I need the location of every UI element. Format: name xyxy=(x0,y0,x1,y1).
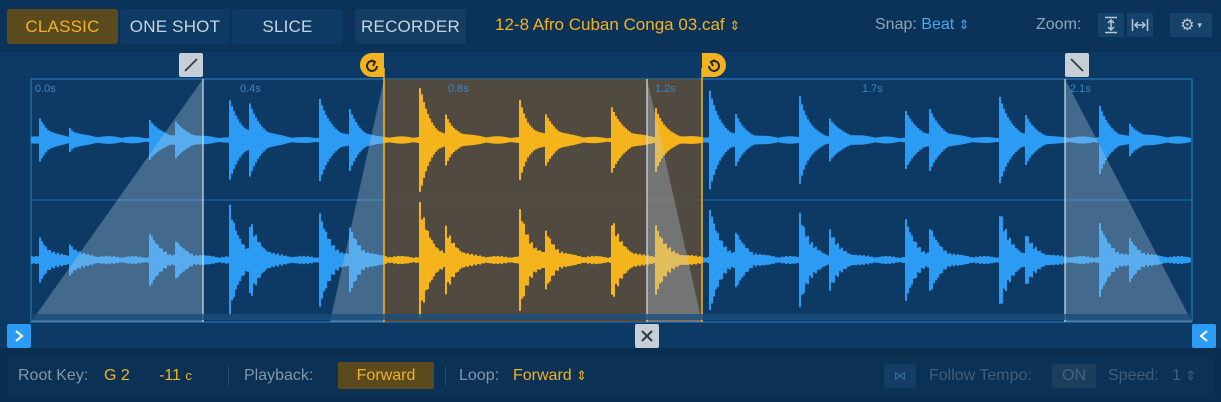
up-down-chevron-icon: ⇕ xyxy=(576,368,588,383)
mode-tab-one-shot[interactable]: ONE SHOT xyxy=(120,9,230,44)
loop-end-handle[interactable] xyxy=(702,53,726,77)
speed-label: Speed: xyxy=(1108,367,1159,384)
chevron-right-icon xyxy=(15,330,24,342)
time-label: 0.0s xyxy=(35,83,56,95)
mode-tab-classic[interactable]: CLASSIC xyxy=(7,9,118,44)
loop-label: Loop: xyxy=(459,367,500,384)
zoom-vertical-icon xyxy=(1105,16,1117,34)
fade-in-icon xyxy=(184,58,198,72)
root-key-cents[interactable]: -11 c xyxy=(159,367,192,385)
snap-value: Beat xyxy=(921,16,955,33)
close-icon xyxy=(641,330,653,342)
clear-loop-button[interactable] xyxy=(635,324,659,348)
loop-start-handle[interactable] xyxy=(360,53,384,77)
gear-icon: ⚙ xyxy=(1180,17,1195,34)
file-name-selector[interactable]: 12-8 Afro Cuban Conga 03.caf ⇕ xyxy=(495,15,740,35)
divider xyxy=(228,366,229,386)
mode-tab-slice[interactable]: SLICE xyxy=(232,9,343,44)
up-down-chevron-icon: ⇕ xyxy=(958,17,970,32)
time-label: 2.1s xyxy=(1070,83,1091,95)
up-down-chevron-icon: ⇕ xyxy=(1185,368,1197,383)
loop-direction-value: Forward xyxy=(513,367,572,384)
snap-label: Snap: xyxy=(875,16,917,33)
settings-button[interactable]: ⚙ ▾ xyxy=(1170,13,1212,37)
speed-value: 1 xyxy=(1172,367,1181,384)
time-label: 0.4s xyxy=(240,83,261,95)
playback-direction-button[interactable]: Forward xyxy=(338,362,434,389)
up-down-chevron-icon: ⇕ xyxy=(729,18,741,33)
follow-tempo-toggle[interactable]: ON xyxy=(1052,364,1096,388)
loop-end-icon xyxy=(708,59,720,72)
root-key-note[interactable]: G 2 xyxy=(104,367,130,385)
chevron-down-icon: ▾ xyxy=(1197,19,1202,30)
recorder-button[interactable]: RECORDER xyxy=(355,9,466,44)
loop-direction-selector[interactable]: Forward ⇕ xyxy=(513,367,587,385)
zoom-horizontal-icon xyxy=(1131,19,1149,31)
fade-out-icon xyxy=(1070,58,1084,72)
zoom-vertical-button[interactable] xyxy=(1098,13,1124,37)
playback-label: Playback: xyxy=(244,367,314,384)
fade-out-handle[interactable] xyxy=(1065,53,1089,77)
root-key-cents-value: -11 xyxy=(159,367,181,384)
speed-selector[interactable]: 1 ⇕ xyxy=(1172,367,1196,385)
zoom-label: Zoom: xyxy=(1036,16,1082,33)
loop-start-icon xyxy=(366,59,378,72)
follow-tempo-label: Follow Tempo: xyxy=(929,367,1032,384)
chevron-left-icon xyxy=(1199,330,1208,342)
time-label: 1.7s xyxy=(862,83,883,95)
root-key-label: Root Key: xyxy=(18,367,89,384)
divider xyxy=(445,366,446,386)
sample-start-marker[interactable] xyxy=(7,324,31,348)
fade-in-handle[interactable] xyxy=(179,53,203,77)
bowtie-button[interactable]: ⋈ xyxy=(884,364,916,388)
bowtie-icon: ⋈ xyxy=(893,368,907,383)
time-label: 1.2s xyxy=(655,83,676,95)
root-key-cents-unit: c xyxy=(185,368,192,383)
sample-end-marker[interactable] xyxy=(1192,324,1216,348)
file-name: 12-8 Afro Cuban Conga 03.caf xyxy=(495,15,725,34)
time-label: 0.8s xyxy=(448,83,469,95)
snap-selector[interactable]: Snap: Beat ⇕ xyxy=(875,16,970,34)
zoom-horizontal-button[interactable] xyxy=(1127,13,1153,37)
waveform-display[interactable] xyxy=(0,52,1221,348)
scroll-strip[interactable] xyxy=(31,314,1192,320)
